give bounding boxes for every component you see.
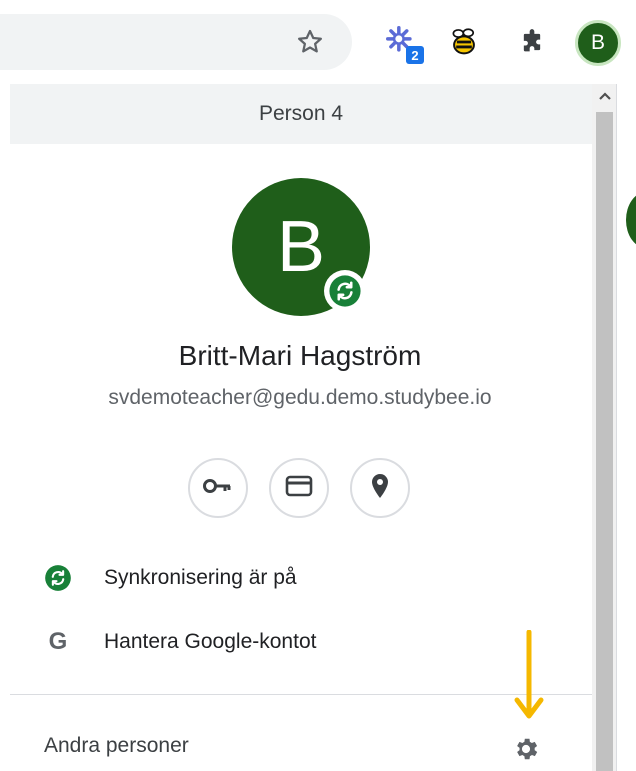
location-pin-icon [370, 473, 390, 504]
key-icon [203, 478, 233, 499]
sync-icon [44, 564, 72, 592]
sync-badge-icon [324, 270, 366, 312]
credit-card-icon [285, 475, 313, 502]
extensions-puzzle-icon[interactable] [510, 20, 554, 64]
scroll-up-arrow-icon[interactable] [596, 84, 613, 108]
annotation-arrow-icon [514, 630, 544, 719]
sparkle-extension-icon[interactable]: 2 [380, 20, 424, 64]
addresses-button[interactable] [350, 458, 410, 518]
profile-menu-header: Person 4 [10, 84, 592, 144]
bee-extension-icon[interactable] [442, 20, 486, 64]
passwords-button[interactable] [188, 458, 248, 518]
browser-toolbar: 2 B [0, 0, 636, 84]
extension-badge: 2 [406, 46, 424, 64]
menu-divider [10, 694, 592, 695]
menu-scrollbar-thumb[interactable] [596, 112, 613, 771]
manage-profiles-gear-icon[interactable] [509, 732, 543, 766]
google-g-icon: G [44, 628, 72, 656]
profile-avatar-button[interactable]: B [575, 20, 621, 66]
manage-google-account-label: Hantera Google-kontot [104, 630, 317, 653]
sync-status-row[interactable]: Synkronisering är på [44, 560, 297, 596]
profile-label: Person 4 [258, 102, 344, 125]
profile-initial: B [590, 31, 605, 54]
other-people-label: Andra personer [44, 734, 189, 757]
user-email: svdemoteacher@gedu.demo.studybee.io [108, 386, 492, 409]
google-g-glyph: G [48, 628, 68, 655]
page-edge [616, 84, 636, 771]
avatar-initial: B [276, 207, 326, 287]
user-full-name: Britt-Mari Hagström [178, 340, 422, 371]
payment-methods-button[interactable] [269, 458, 329, 518]
sync-status-label: Synkronisering är på [104, 566, 297, 589]
manage-google-account-row[interactable]: G Hantera Google-kontot [44, 624, 317, 660]
bookmark-star-icon[interactable] [288, 20, 332, 64]
